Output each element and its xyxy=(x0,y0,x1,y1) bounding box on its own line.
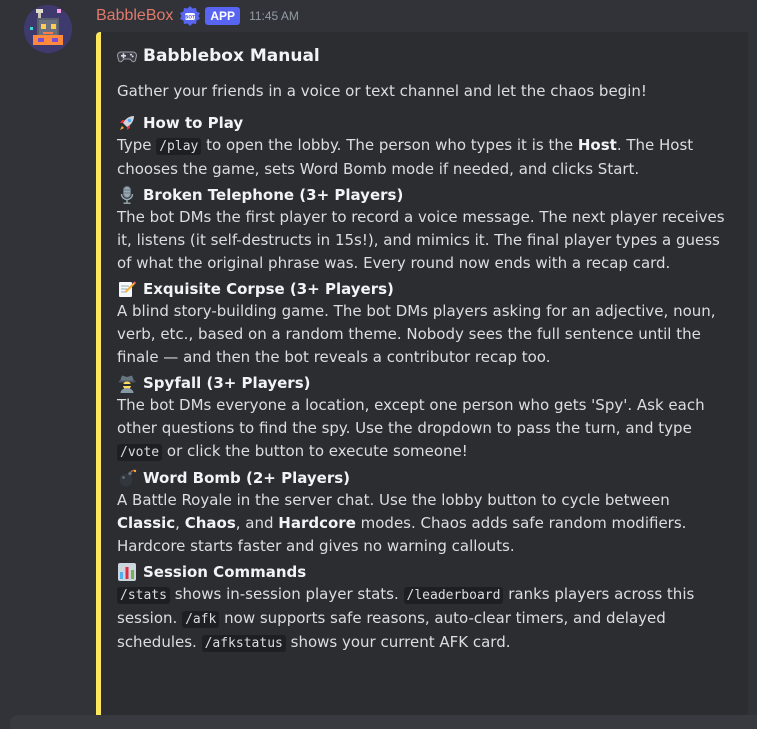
inline-command-code: /afk xyxy=(182,611,220,628)
section-title-text: Exquisite Corpse (3+ Players) xyxy=(143,280,394,298)
section-title-text: Word Bomb (2+ Players) xyxy=(143,469,351,487)
section-body: Type /play to open the lobby. The person… xyxy=(117,134,732,181)
section-title-text: Session Commands xyxy=(143,563,307,581)
rocket-icon xyxy=(117,113,137,133)
inline-command-code: /afkstatus xyxy=(201,635,286,652)
inline-command-code: /stats xyxy=(117,587,170,604)
bar-chart-icon xyxy=(117,562,137,582)
author-name[interactable]: BabbleBox xyxy=(96,7,173,25)
microphone-icon xyxy=(117,185,137,205)
section-title: Spyfall (3+ Players) xyxy=(117,372,732,394)
section-title: Broken Telephone (3+ Players) xyxy=(117,184,732,206)
body-text: or click the button to execute someone! xyxy=(162,442,468,460)
robot-avatar-icon[interactable] xyxy=(24,5,72,53)
game-controller-icon xyxy=(117,46,137,66)
body-text: The bot DMs everyone a location, except … xyxy=(117,396,705,437)
section-body: /stats shows in-session player stats. /l… xyxy=(117,583,732,655)
bold-text: Classic xyxy=(117,514,176,532)
body-text: , xyxy=(175,514,185,532)
body-text: to open the lobby. The person who types … xyxy=(201,136,578,154)
section-title: Word Bomb (2+ Players) xyxy=(117,467,732,489)
detective-icon xyxy=(117,373,137,393)
inline-command-code: /play xyxy=(156,138,202,155)
bot-message: BabbleBox BOT APP 11:45 AM Babblebox Man… xyxy=(0,0,757,729)
embed-description: Gather your friends in a voice or text c… xyxy=(117,80,732,655)
body-text: , and xyxy=(235,514,279,532)
embed-title-text: Babblebox Manual xyxy=(143,46,320,66)
intro-text: Gather your friends in a voice or text c… xyxy=(117,82,647,100)
memo-icon xyxy=(117,279,137,299)
inline-command-code: /leaderboard xyxy=(403,587,504,604)
section-body: The bot DMs everyone a location, except … xyxy=(117,394,732,464)
timestamp[interactable]: 11:45 AM xyxy=(249,9,299,23)
section-title-text: How to Play xyxy=(143,114,244,132)
body-text: A blind story-building game. The bot DMs… xyxy=(117,302,716,366)
bold-text: Hardcore xyxy=(278,514,356,532)
inline-command-code: /vote xyxy=(117,444,163,461)
manual-embed: Babblebox Manual Gather your friends in … xyxy=(96,32,748,729)
section-body: The bot DMs the first player to record a… xyxy=(117,206,732,275)
bomb-icon xyxy=(117,468,137,488)
section-body: A blind story-building game. The bot DMs… xyxy=(117,300,732,369)
bold-text: Host xyxy=(577,136,617,154)
message-header: BabbleBox BOT APP 11:45 AM xyxy=(96,4,299,28)
body-text: A Battle Royale in the server chat. Use … xyxy=(117,491,670,509)
bold-text: Chaos xyxy=(184,514,236,532)
embed-title: Babblebox Manual xyxy=(117,46,732,66)
message-input-bar[interactable] xyxy=(10,715,757,729)
body-text: Type xyxy=(117,136,157,154)
section-title-text: Broken Telephone (3+ Players) xyxy=(143,186,404,204)
section-title-text: Spyfall (3+ Players) xyxy=(143,374,311,392)
sections-container: How to Play Type /play to open the lobby.… xyxy=(117,112,732,655)
body-text: shows your current AFK card. xyxy=(285,633,511,651)
section-title: Session Commands xyxy=(117,561,732,583)
section-body: A Battle Royale in the server chat. Use … xyxy=(117,489,732,558)
app-tag: APP xyxy=(205,7,241,25)
body-text: The bot DMs the first player to record a… xyxy=(117,208,725,272)
bot-verified-badge-icon: BOT xyxy=(179,5,201,27)
section-title: Exquisite Corpse (3+ Players) xyxy=(117,278,732,300)
section-title: How to Play xyxy=(117,112,732,134)
svg-text:BOT: BOT xyxy=(185,15,196,21)
body-text: shows in-session player stats. xyxy=(169,585,404,603)
